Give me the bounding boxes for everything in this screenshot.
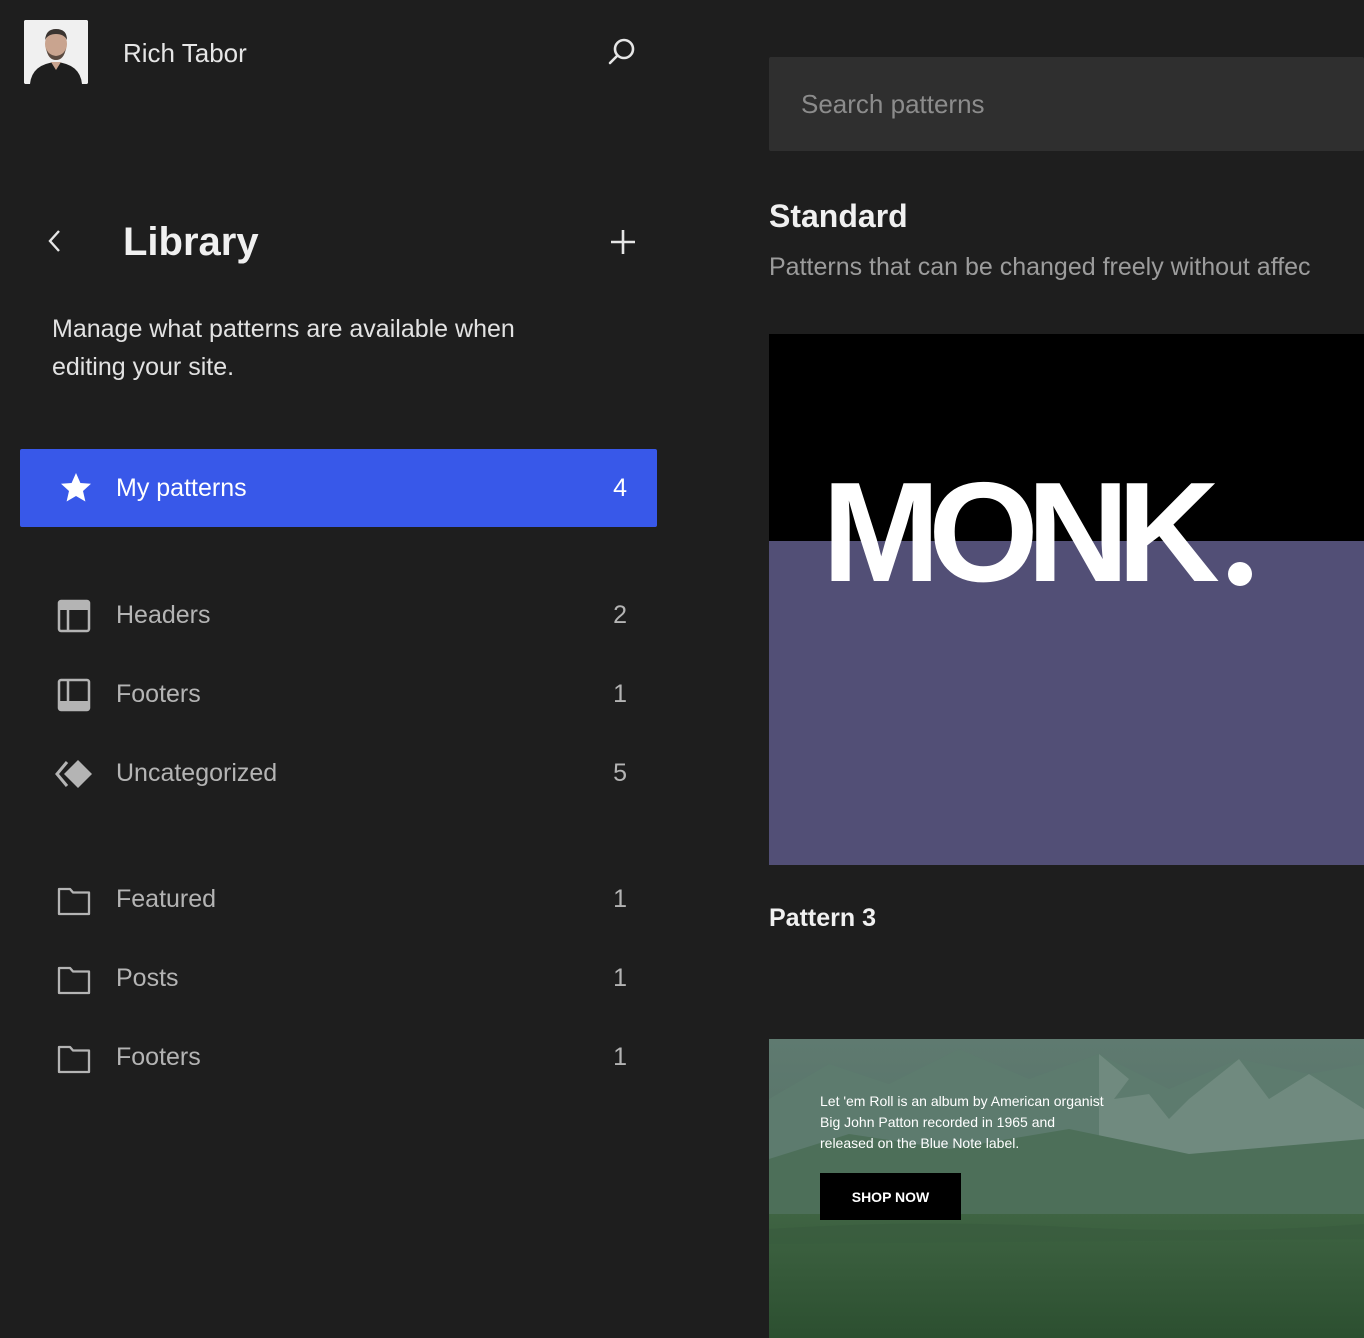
nav-item-headers[interactable]: Headers 2 <box>20 576 657 654</box>
nav-item-label: My patterns <box>116 474 247 502</box>
avatar-portrait <box>24 20 88 84</box>
nav-item-label: Footers <box>116 680 201 708</box>
folder-icon <box>57 887 91 916</box>
page-title: Library <box>123 220 259 264</box>
pattern-library-main: Standard Patterns that can be changed fr… <box>769 0 1364 1338</box>
nav-item-count: 1 <box>613 885 627 913</box>
preview-logo-text: MONK <box>822 453 1220 612</box>
nav-item-footers[interactable]: Footers 1 <box>20 655 657 733</box>
symbol-diamond-icon <box>55 760 92 788</box>
preview-logo-dot <box>1228 562 1252 586</box>
nav-item-footers-category[interactable]: Footers 1 <box>20 1018 657 1096</box>
header-layout-icon <box>57 599 91 633</box>
nav-item-count: 4 <box>613 474 627 502</box>
nav-item-label: Posts <box>116 964 179 992</box>
section-title: Standard <box>769 198 908 234</box>
search-icon <box>608 38 635 65</box>
plus-icon <box>611 230 635 254</box>
add-pattern-button[interactable] <box>607 226 639 258</box>
nav-item-count: 2 <box>613 601 627 629</box>
nav-item-posts[interactable]: Posts 1 <box>20 939 657 1017</box>
nav-item-count: 5 <box>613 759 627 787</box>
nav-item-count: 1 <box>613 1043 627 1071</box>
nav-item-label: Uncategorized <box>116 759 278 787</box>
folder-icon <box>57 1045 91 1074</box>
star-icon <box>61 473 91 502</box>
nav-item-label: Headers <box>116 601 211 629</box>
site-name[interactable]: Rich Tabor <box>123 38 247 69</box>
preview-blurb: Let 'em Roll is an album by American org… <box>820 1093 1104 1151</box>
nav-item-my-patterns[interactable]: My patterns 4 <box>20 449 657 527</box>
search-button[interactable] <box>604 34 640 70</box>
nav-item-count: 1 <box>613 680 627 708</box>
shop-now-button[interactable]: SHOP NOW <box>820 1173 961 1220</box>
search-input[interactable] <box>769 57 1364 151</box>
nav-item-count: 1 <box>613 964 627 992</box>
library-header: Library <box>0 214 660 274</box>
chevron-left-icon <box>48 230 60 252</box>
footer-layout-icon <box>57 678 91 712</box>
pattern-card-preview[interactable]: MONK <box>769 334 1364 865</box>
back-button[interactable] <box>40 226 70 256</box>
sidebar: Rich Tabor Library Manage what patterns … <box>0 0 700 1338</box>
nav-item-label: Featured <box>116 885 217 913</box>
nav-item-uncategorized[interactable]: Uncategorized 5 <box>20 734 657 812</box>
pattern-card-title[interactable]: Pattern 3 <box>769 904 876 933</box>
pattern-card-preview[interactable]: Let 'em Roll is an album by American org… <box>769 1039 1364 1338</box>
nav-item-featured[interactable]: Featured 1 <box>20 860 657 938</box>
section-description: Patterns that can be changed freely with… <box>769 253 1311 281</box>
nav-item-label: Footers <box>116 1043 201 1071</box>
site-header: Rich Tabor <box>24 20 664 84</box>
library-description: Manage what patterns are available when … <box>52 315 515 381</box>
folder-icon <box>57 966 91 995</box>
search-field <box>769 57 1364 151</box>
avatar[interactable] <box>24 20 88 84</box>
